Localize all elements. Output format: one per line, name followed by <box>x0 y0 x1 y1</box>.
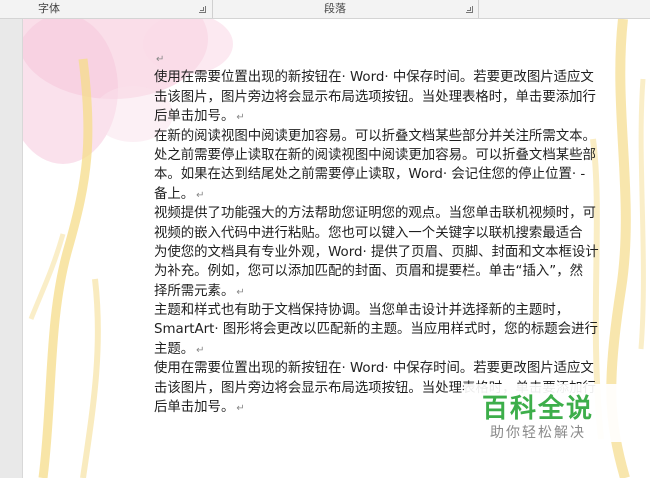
paragraph-mark: ↵ <box>156 54 165 65</box>
paragraph-mark: ↵ <box>196 344 205 356</box>
paragraph-line: 视频提供了功能强大的方法帮助您证明您的观点。当您单击联机视频时，可 <box>154 206 596 222</box>
paragraph-line: 为使您的文档具有专业外观，Word· 提供了页眉、页脚、封面和文本框设计 <box>154 244 599 260</box>
paragraph-line: 后单击加号。 ↵ <box>154 109 245 125</box>
paragraph-line: SmartArt· 图形将会更改以匹配新的主题。当应用样式时，您的标题会进行 <box>154 322 598 338</box>
watermark-subtitle: 助你轻松解决 <box>490 425 586 441</box>
ribbon-group-paragraph: 段落 <box>212 0 479 18</box>
paragraph-line: 备上。 ↵ <box>154 186 205 202</box>
paragraph-line: 使用在需要位置出现的新按钮在· Word· 中保存时间。若要更改图片适应文 <box>154 361 594 377</box>
paragraph-line: 为补充。例如，您可以添加匹配的封面、页眉和提要栏。单击“插入”，然 <box>154 264 583 280</box>
watermark-title: 百科全说 <box>482 394 595 424</box>
paragraph-line: 本。如果在达到结尾处之前需要停止读取，Word· 会记住您的停止位置· - <box>154 167 586 183</box>
paragraph-mark: ↵ <box>236 112 245 124</box>
paragraph-line: 击该图片，图片旁边将会显示布局选项按钮。当处理表格时，单击要添加行 <box>154 89 596 105</box>
paragraph-line: 择所需元素。 ↵ <box>154 283 245 299</box>
paragraph-mark: ↵ <box>196 189 205 201</box>
document-body[interactable]: ↵ 使用在需要位置出现的新按钮在· Word· 中保存时间。若要更改图片适应文 … <box>154 49 650 417</box>
ribbon-group-font: 字体 <box>0 0 213 18</box>
paragraph-line: 主题和样式也有助于文档保持协调。当您单击设计并选择新的主题时， <box>154 303 570 319</box>
paragraph-line: 处之前需要停止读取在新的阅读视图中阅读更加容易。可以折叠文档某些部 <box>154 147 596 163</box>
paragraph-line: 使用在需要位置出现的新按钮在· Word· 中保存时间。若要更改图片适应文 <box>154 70 594 86</box>
font-dialog-launcher-icon[interactable] <box>199 6 206 13</box>
paragraph-line: 视频的嵌入代码中进行粘贴。您也可以键入一个关键字以联机搜索最适合 <box>154 225 583 241</box>
paragraph-mark: ↵ <box>236 286 245 298</box>
paragraph-line: ↵ <box>154 49 650 68</box>
paragraph-line: 主题。 ↵ <box>154 341 205 357</box>
ribbon-group-paragraph-label: 段落 <box>324 2 346 15</box>
paragraph-mark: ↵ <box>236 403 245 415</box>
paragraph-line: 在新的阅读视图中阅读更加容易。可以折叠文档某些部分并关注所需文本。 <box>154 128 596 144</box>
paragraph-dialog-launcher-icon[interactable] <box>466 6 473 13</box>
watermark-logo: 百科全说 助你轻松解决 <box>464 384 650 442</box>
ribbon-group-font-label: 字体 <box>38 2 60 15</box>
ribbon-bar: 字体 段落 <box>0 0 650 19</box>
